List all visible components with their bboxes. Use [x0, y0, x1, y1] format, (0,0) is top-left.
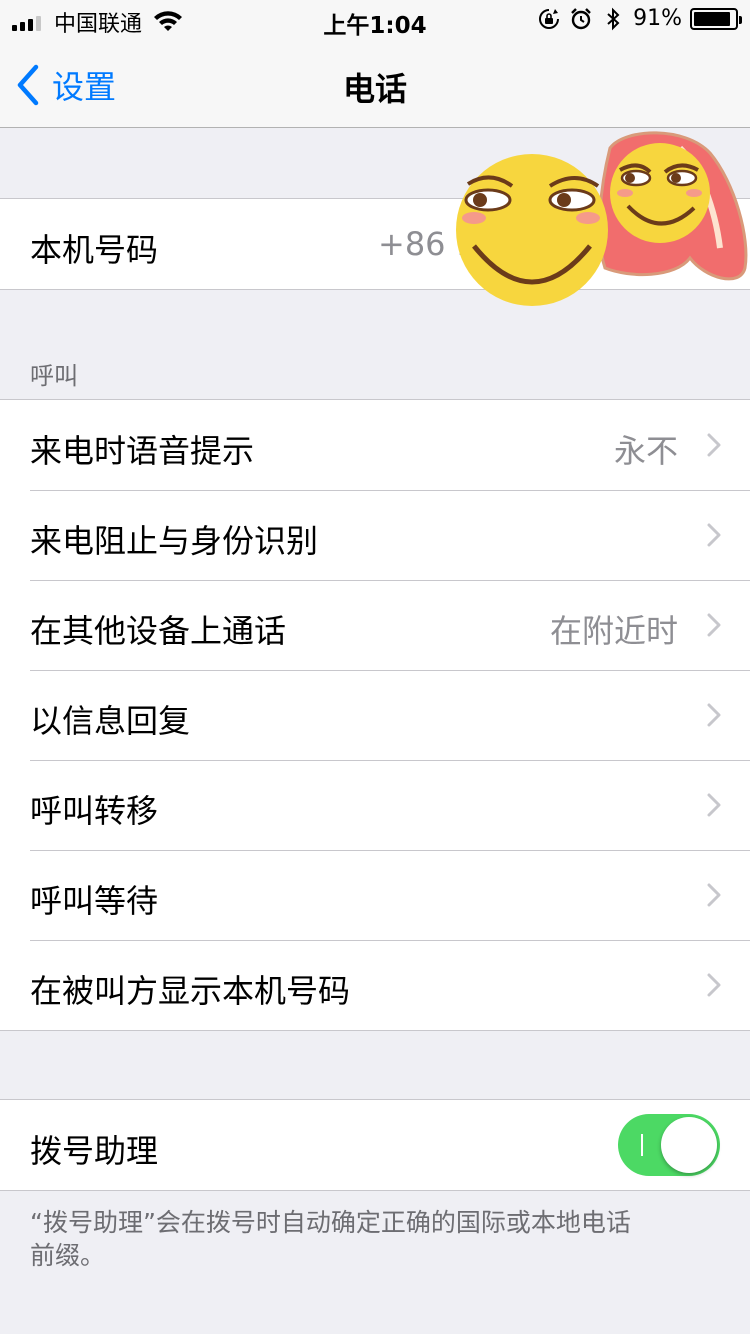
chevron-right-icon	[707, 433, 721, 457]
page-title: 电话	[342, 70, 407, 108]
row-value: 在附近时	[549, 612, 678, 650]
row-label: 在被叫方显示本机号码	[30, 972, 351, 1010]
row-show-caller-id[interactable]: 在被叫方显示本机号码	[0, 940, 750, 1030]
chevron-right-icon	[707, 703, 721, 727]
chevron-right-icon	[707, 973, 721, 997]
row-label: 呼叫等待	[30, 882, 159, 920]
row-dial-assist: 拨号助理	[0, 1100, 750, 1190]
row-respond-with-text[interactable]: 以信息回复	[0, 670, 750, 760]
row-call-waiting[interactable]: 呼叫等待	[0, 850, 750, 940]
navigation-bar: 设置 电话	[0, 40, 750, 128]
row-call-forwarding[interactable]: 呼叫转移	[0, 760, 750, 850]
battery-fill	[694, 11, 731, 26]
alarm-icon	[571, 7, 591, 29]
row-value: 永不	[613, 432, 678, 470]
battery-percentage: 91%	[633, 6, 682, 31]
row-label: 来电阻止与身份识别	[30, 522, 319, 560]
bluetooth-icon	[607, 7, 620, 30]
chevron-right-icon	[707, 523, 721, 547]
row-label: 拨号助理	[30, 1132, 159, 1170]
chevron-right-icon	[707, 793, 721, 817]
dial-assist-toggle[interactable]	[618, 1114, 720, 1176]
dial-assist-footer: “拨号助理”会在拨号时自动确定正确的国际或本地电话前缀。	[30, 1208, 631, 1270]
row-calls-on-other-devices[interactable]: 在其他设备上通话 在附近时	[0, 580, 750, 670]
orientation-lock-icon	[539, 8, 560, 29]
section-header-calls: 呼叫	[30, 362, 78, 390]
calls-group: 来电时语音提示 永不 来电阻止与身份识别 在其他设备上通话 在附近时 以信息回复…	[0, 399, 750, 1031]
status-bar: 中国联通 上午1:04 91%	[0, 0, 750, 40]
row-label: 呼叫转移	[30, 792, 159, 830]
my-number-label: 本机号码	[30, 231, 159, 269]
toggle-knob	[661, 1117, 717, 1173]
dial-assist-group: 拨号助理	[0, 1099, 750, 1191]
row-call-blocking[interactable]: 来电阻止与身份识别	[0, 490, 750, 580]
row-label: 在其他设备上通话	[30, 612, 287, 650]
battery-icon	[690, 7, 742, 30]
row-label: 以信息回复	[30, 702, 191, 740]
toggle-on-mark	[641, 1134, 643, 1156]
emoji-sticker-image	[456, 131, 748, 306]
row-announce-calls[interactable]: 来电时语音提示 永不	[0, 400, 750, 490]
row-label: 来电时语音提示	[30, 432, 255, 470]
chevron-right-icon	[707, 883, 721, 907]
chevron-right-icon	[707, 613, 721, 637]
status-right: 91%	[537, 6, 742, 31]
